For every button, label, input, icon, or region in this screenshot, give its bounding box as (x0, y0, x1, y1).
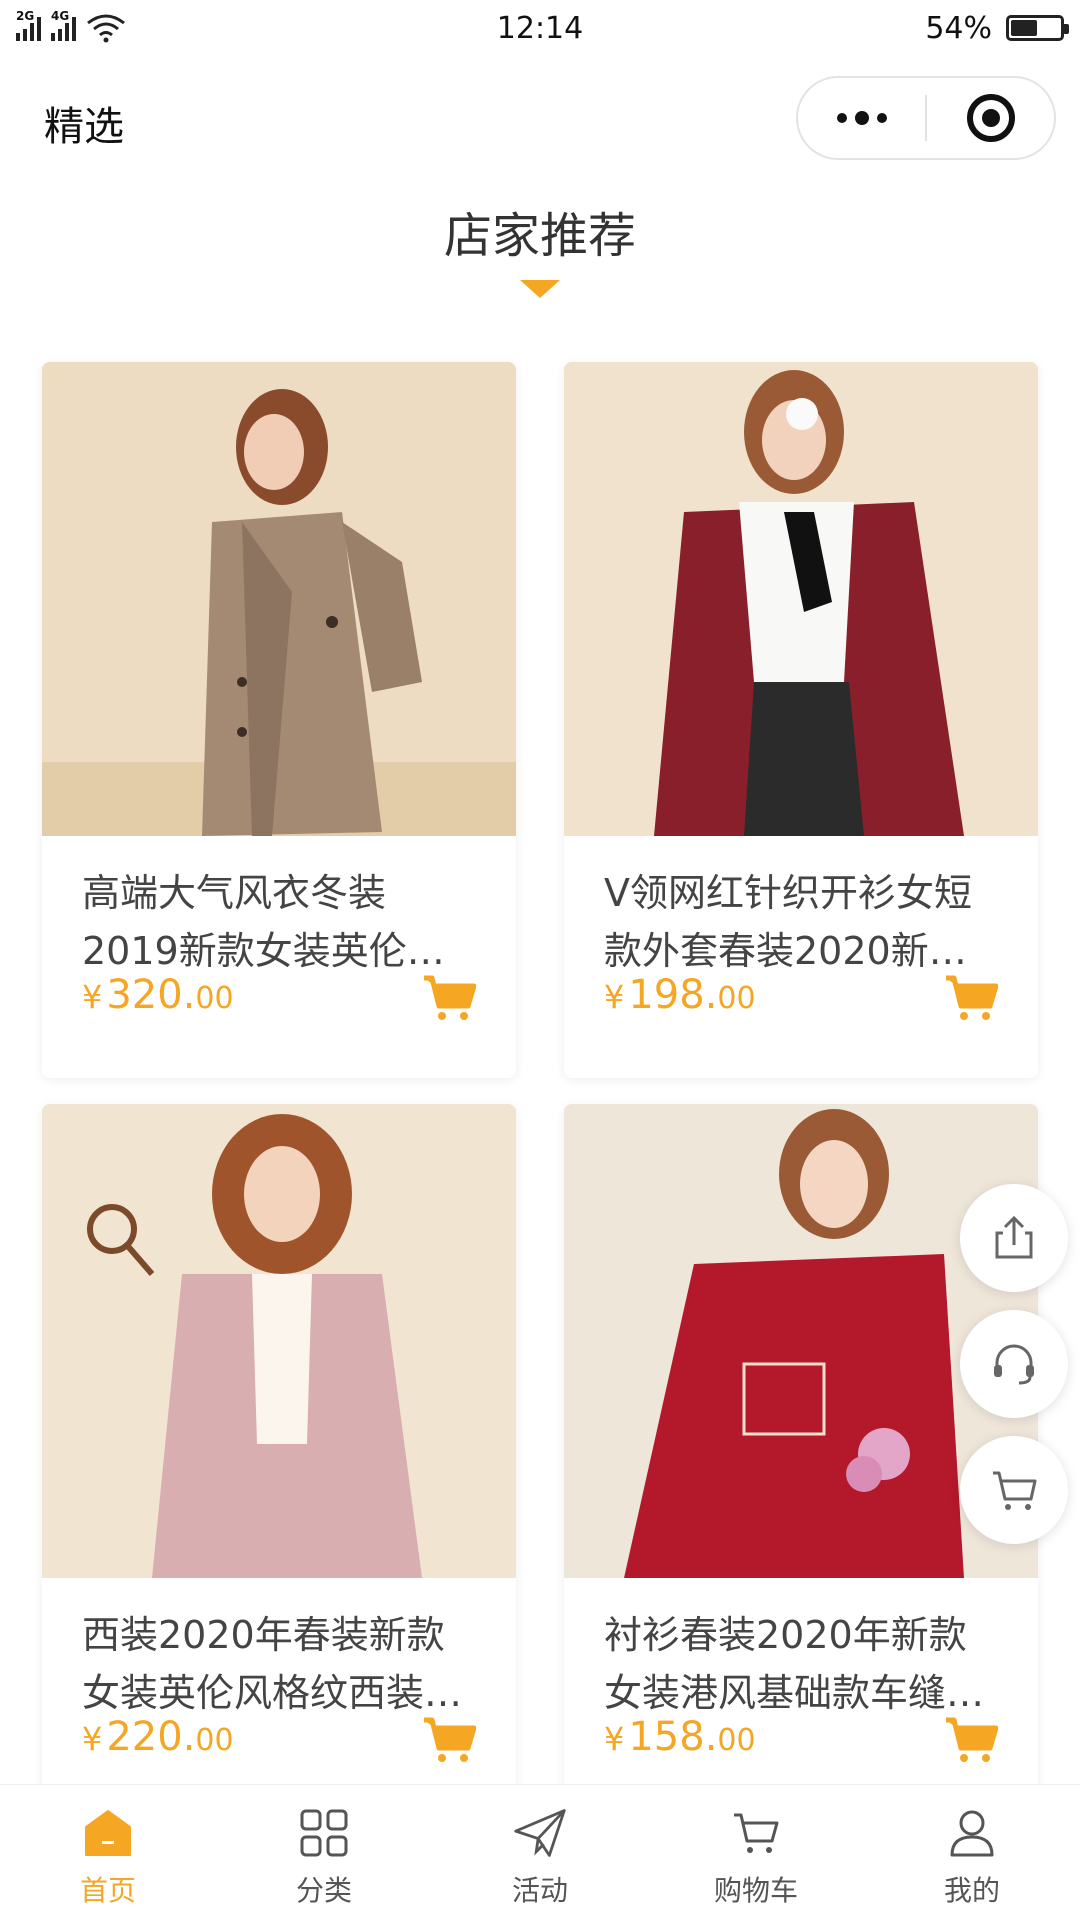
miniprogram-capsule (796, 76, 1056, 160)
product-image[interactable] (42, 1104, 516, 1578)
navigation-bar: 精选 (0, 56, 1080, 184)
product-price: ¥198.00 (604, 972, 756, 1018)
tab-cart[interactable]: 购物车 (648, 1785, 864, 1920)
add-to-cart-button[interactable] (944, 974, 998, 1022)
home-icon (80, 1805, 136, 1861)
clock: 12:14 (496, 10, 584, 46)
cardigan-photo (564, 362, 1038, 836)
price-row: ¥158.00 (604, 1714, 998, 1774)
more-dots-icon (836, 113, 847, 123)
tab-category[interactable]: 分类 (216, 1785, 432, 1920)
price-row: ¥320.00 (82, 972, 476, 1032)
add-to-cart-button[interactable] (944, 1716, 998, 1764)
battery-icon (1006, 15, 1069, 41)
battery-percent: 54% (925, 10, 992, 46)
product-name[interactable]: 衬衫春装2020年新款女装港风基础款车缝线上衣 (564, 1578, 1038, 1732)
product-price: ¥220.00 (82, 1714, 234, 1760)
cart-icon (728, 1805, 784, 1861)
signal-4g-icon: 4G (51, 9, 76, 41)
product-image[interactable] (42, 362, 516, 836)
price-row: ¥198.00 (604, 972, 998, 1032)
battery-fill (1011, 20, 1037, 36)
tab-label: 我的 (943, 1874, 1000, 1907)
page-title: 精选 (44, 104, 124, 150)
tab-activity[interactable]: 活动 (432, 1785, 648, 1920)
product-card[interactable]: 西装2020年春装新款女装英伦风格纹西装领外套 ¥220.00 (42, 1104, 516, 1820)
product-name[interactable]: 高端大气风衣冬装2019新款女装英伦风小个子中长款 (42, 836, 516, 990)
add-to-cart-button[interactable] (422, 974, 476, 1022)
grid-icon (296, 1805, 352, 1861)
trench-coat-photo (42, 362, 516, 836)
product-price: ¥158.00 (604, 1714, 756, 1760)
customer-service-button[interactable] (960, 1310, 1068, 1418)
close-miniprogram-button[interactable] (927, 94, 1054, 142)
tab-label: 购物车 (713, 1874, 798, 1907)
tab-label: 分类 (295, 1874, 352, 1907)
cart-icon (993, 1471, 1037, 1510)
product-card[interactable]: 高端大气风衣冬装2019新款女装英伦风小个子中长款 ¥320.00 (42, 362, 516, 1078)
paper-plane-icon (512, 1805, 568, 1861)
share-icon (995, 1215, 1033, 1259)
price-row: ¥220.00 (82, 1714, 476, 1774)
tab-bar: 首页 分类 活动 购物车 我的 (0, 1784, 1080, 1920)
status-bar: 2G 4G 12:14 54% (0, 0, 1080, 56)
product-price: ¥320.00 (82, 972, 234, 1018)
battery-area: 54% (925, 10, 1069, 46)
product-card[interactable]: V领网红针织开衫女短款外套春装2020新款宽松 ¥198.00 (564, 362, 1038, 1078)
network-label-4g: 4G (51, 9, 70, 23)
product-name[interactable]: 西装2020年春装新款女装英伦风格纹西装领外套 (42, 1578, 516, 1732)
cart-shortcut-button[interactable] (960, 1436, 1068, 1544)
plaid-blazer-photo (42, 1104, 516, 1578)
signal-2g-icon: 2G (16, 9, 41, 41)
signal-indicators: 2G 4G (16, 9, 126, 43)
section-title: 店家推荐 (443, 208, 636, 264)
target-icon (966, 94, 1015, 142)
user-icon (944, 1805, 1000, 1861)
wifi-icon (87, 14, 125, 43)
section-arrow-icon (520, 280, 560, 298)
share-button[interactable] (960, 1184, 1068, 1292)
product-image[interactable] (564, 362, 1038, 836)
tab-home[interactable]: 首页 (0, 1785, 216, 1920)
tab-profile[interactable]: 我的 (864, 1785, 1080, 1920)
tab-label: 首页 (79, 1874, 136, 1907)
network-label-2g: 2G (16, 9, 35, 23)
headset-icon (994, 1344, 1034, 1385)
more-button[interactable] (798, 111, 925, 125)
tab-label: 活动 (511, 1874, 568, 1907)
add-to-cart-button[interactable] (422, 1716, 476, 1764)
product-name[interactable]: V领网红针织开衫女短款外套春装2020新款宽松 (564, 836, 1038, 990)
